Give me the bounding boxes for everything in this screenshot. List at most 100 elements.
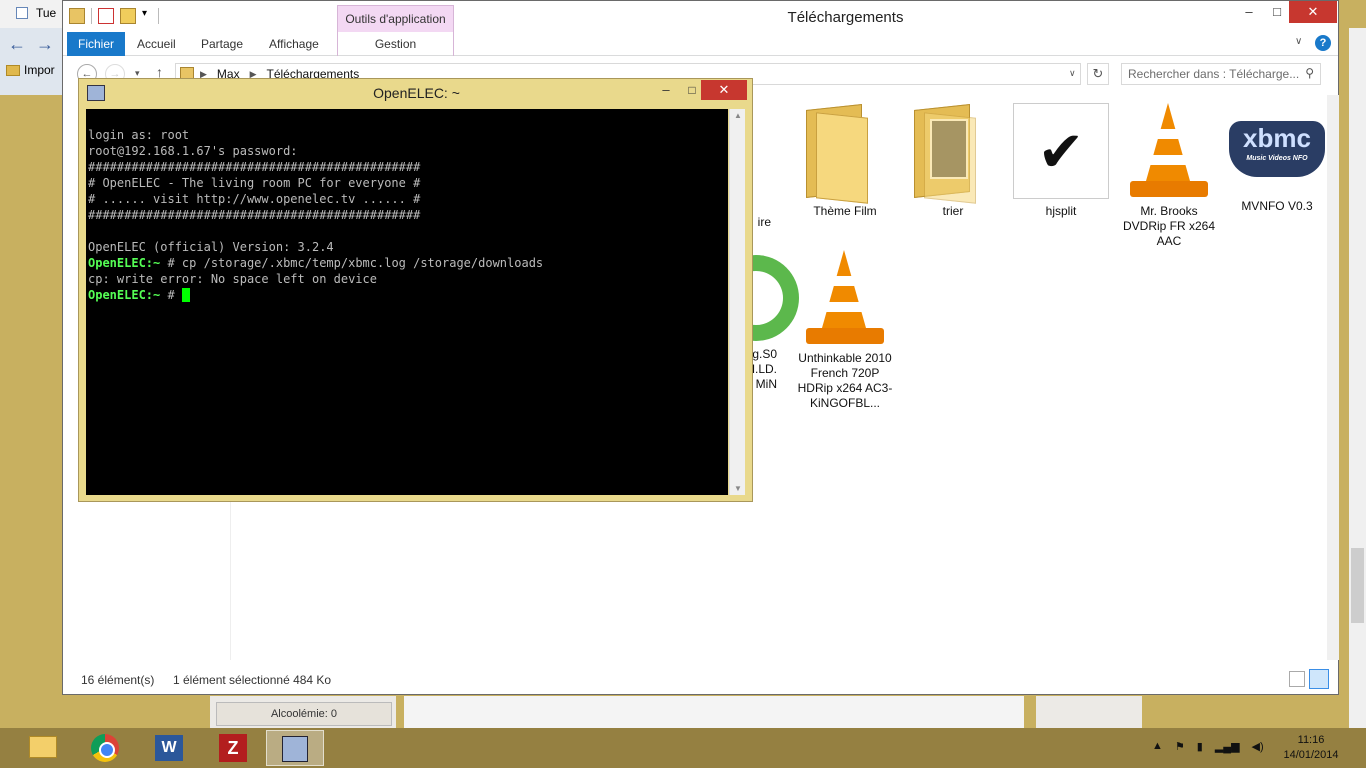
terminal-line: ########################################… bbox=[88, 208, 421, 222]
minimize-button[interactable]: – bbox=[1235, 1, 1263, 23]
taskbar-chrome[interactable] bbox=[76, 730, 134, 766]
ribbon-tabs: Fichier Accueil Partage Affichage Gestio… bbox=[63, 32, 1338, 56]
taskbar-word[interactable]: W bbox=[140, 730, 198, 766]
search-icon: ⚲ bbox=[1305, 66, 1314, 80]
browser-tab-label: Tue bbox=[36, 6, 57, 20]
shell-command: # bbox=[160, 288, 182, 302]
bookmark-item[interactable]: Impor bbox=[6, 63, 55, 77]
folder-icon bbox=[6, 64, 20, 76]
file-item[interactable]: ✔ hjsplit bbox=[1009, 103, 1113, 219]
help-icon[interactable]: ? bbox=[1315, 35, 1331, 51]
taskbar-filezilla[interactable]: Z bbox=[204, 730, 262, 766]
close-button[interactable]: ✕ bbox=[701, 80, 747, 100]
show-hidden-icons-icon[interactable]: ▲ bbox=[1152, 740, 1163, 753]
putty-icon bbox=[282, 736, 308, 762]
tab-share[interactable]: Partage bbox=[201, 32, 243, 56]
status-bar: 16 élément(s) 1 élément sélectionné 484 … bbox=[63, 666, 1338, 694]
terminal-line: root@192.168.1.67's password: bbox=[88, 144, 298, 158]
scroll-up-icon[interactable]: ▲ bbox=[730, 111, 746, 120]
file-item[interactable]: Unthinkable 2010 French 720P HDRip x264 … bbox=[793, 250, 897, 411]
explorer-titlebar: ▾ Outils d'application Téléchargements –… bbox=[63, 1, 1338, 32]
close-button[interactable]: ✕ bbox=[1289, 1, 1337, 23]
chrome-icon bbox=[91, 734, 119, 762]
browser-nav-arrows[interactable]: ←→ bbox=[8, 34, 64, 55]
bookmark-label: Impor bbox=[24, 63, 55, 77]
background-browser-window: Tue ←→ Impor bbox=[0, 0, 70, 95]
browser-tab[interactable]: Tue bbox=[0, 0, 68, 28]
file-label: trier bbox=[942, 204, 964, 218]
file-label: Mr. Brooks DVDRip FR x264 AAC bbox=[1122, 204, 1216, 248]
file-label: Unthinkable 2010 French 720P HDRip x264 … bbox=[797, 351, 893, 410]
terminal-line: # ...... visit http://www.openelec.tv ..… bbox=[88, 192, 421, 206]
expand-ribbon-icon[interactable]: ∨ bbox=[1295, 36, 1302, 47]
system-tray: ▲ ⚑ ▮ ▂▄▆ ◀) bbox=[1152, 740, 1264, 753]
file-item[interactable]: xbmc Music Videos NFO MVNFO V0.3 bbox=[1225, 103, 1329, 214]
terminal-line: ########################################… bbox=[88, 160, 421, 174]
shell-prompt: OpenELEC:~ bbox=[88, 256, 161, 270]
putty-terminal-window: OpenELEC: ~ – □ ✕ login as: root root@192… bbox=[78, 78, 753, 502]
checkmark-icon: ✔ bbox=[1013, 103, 1109, 199]
terminal-line: OpenELEC:~ # bbox=[88, 287, 726, 303]
details-view-icon[interactable] bbox=[1289, 671, 1305, 687]
terminal-line: login as: root bbox=[88, 128, 190, 142]
background-panel bbox=[1036, 696, 1142, 728]
maximize-button[interactable]: □ bbox=[1263, 1, 1291, 23]
address-dropdown-icon[interactable]: ∨ bbox=[1069, 68, 1076, 79]
search-input[interactable]: Rechercher dans : Télécharge... ⚲ bbox=[1121, 63, 1321, 85]
scroll-down-icon[interactable]: ▼ bbox=[730, 484, 746, 493]
terminal-cursor bbox=[181, 288, 190, 302]
taskbar-putty[interactable] bbox=[266, 730, 324, 766]
outer-scrollbar[interactable] bbox=[1349, 28, 1366, 728]
terminal-output[interactable]: login as: root root@192.168.1.67's passwo… bbox=[86, 109, 728, 495]
tab-home[interactable]: Accueil bbox=[137, 32, 176, 56]
alcohol-level-label: Alcoolémie: 0 bbox=[216, 702, 392, 726]
xbmc-logo-icon: xbmc Music Videos NFO bbox=[1229, 121, 1325, 177]
refresh-button[interactable]: ↻ bbox=[1087, 63, 1109, 85]
taskbar: W Z ▲ ⚑ ▮ ▂▄▆ ◀) 11:16 14/01/2014 bbox=[0, 728, 1366, 768]
vlc-cone-icon bbox=[1124, 103, 1214, 199]
window-title: Téléchargements bbox=[787, 9, 904, 26]
search-placeholder: Rechercher dans : Télécharge... bbox=[1128, 67, 1300, 81]
taskbar-file-explorer[interactable] bbox=[14, 730, 72, 766]
selection-info: 1 élément sélectionné 484 Ko bbox=[173, 673, 332, 687]
page-icon bbox=[16, 7, 28, 19]
terminal-line: OpenELEC (official) Version: 3.2.4 bbox=[88, 240, 334, 254]
clock-time: 11:16 bbox=[1297, 734, 1325, 746]
file-item[interactable]: Mr. Brooks DVDRip FR x264 AAC bbox=[1117, 103, 1221, 249]
terminal-line: OpenELEC:~ # cp /storage/.xbmc/temp/xbmc… bbox=[88, 255, 726, 271]
word-icon: W bbox=[155, 735, 183, 761]
terminal-line: cp: write error: No space left on device bbox=[88, 272, 377, 286]
large-icons-view-icon[interactable] bbox=[1309, 669, 1329, 689]
content-scrollbar[interactable] bbox=[1327, 95, 1339, 660]
folder-icon bbox=[800, 103, 890, 204]
folder-photo-icon bbox=[908, 103, 998, 204]
file-label: MVNFO V0.3 bbox=[1241, 199, 1313, 213]
shell-command: # cp /storage/.xbmc/temp/xbmc.log /stora… bbox=[160, 256, 544, 270]
action-center-flag-icon[interactable]: ⚑ bbox=[1175, 740, 1185, 753]
minimize-button[interactable]: – bbox=[653, 81, 679, 101]
terminal-scrollbar[interactable]: ▲ ▼ bbox=[729, 109, 745, 495]
xbmc-logo-subtitle: Music Videos NFO bbox=[1246, 155, 1308, 162]
terminal-line: # OpenELEC - The living room PC for ever… bbox=[88, 176, 421, 190]
file-label: hjsplit bbox=[1045, 204, 1077, 218]
tab-manage[interactable]: Gestion bbox=[337, 32, 454, 56]
background-panel bbox=[404, 696, 1024, 728]
clock-date: 14/01/2014 bbox=[1283, 749, 1339, 761]
filezilla-icon: Z bbox=[219, 734, 247, 762]
scrollbar-thumb[interactable] bbox=[1351, 548, 1364, 623]
clock[interactable]: 11:16 14/01/2014 bbox=[1276, 733, 1346, 763]
network-signal-icon[interactable]: ▂▄▆ bbox=[1215, 740, 1240, 753]
shell-prompt: OpenELEC:~ bbox=[88, 288, 161, 302]
item-count: 16 élément(s) bbox=[81, 673, 155, 687]
vlc-cone-icon bbox=[800, 250, 890, 346]
file-item[interactable]: trier bbox=[901, 103, 1005, 219]
xbmc-logo-text: xbmc bbox=[1243, 123, 1311, 153]
battery-icon[interactable]: ▮ bbox=[1197, 740, 1203, 753]
file-item[interactable]: Thème Film bbox=[793, 103, 897, 219]
volume-icon[interactable]: ◀) bbox=[1252, 740, 1264, 753]
tab-view[interactable]: Affichage bbox=[269, 32, 319, 56]
tab-file[interactable]: Fichier bbox=[67, 32, 125, 56]
file-explorer-icon bbox=[29, 736, 57, 758]
file-label: Thème Film bbox=[813, 204, 877, 218]
